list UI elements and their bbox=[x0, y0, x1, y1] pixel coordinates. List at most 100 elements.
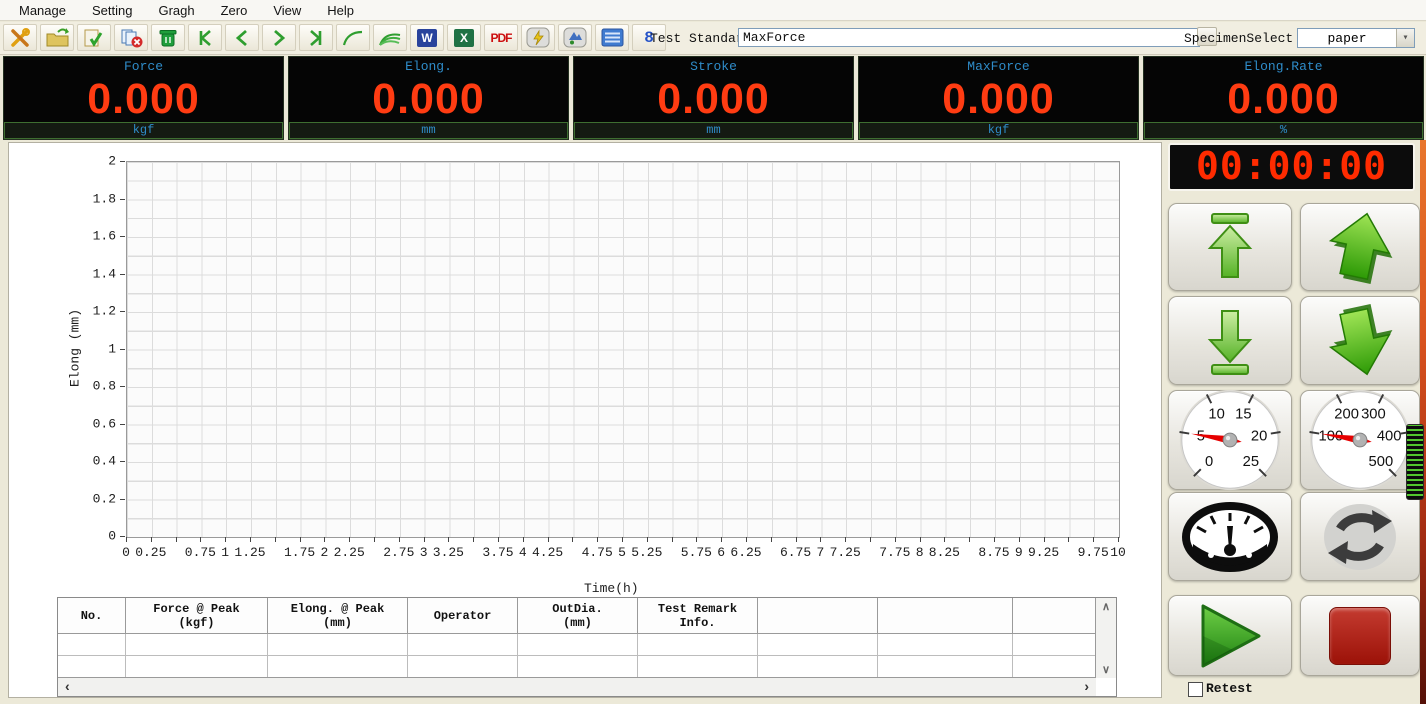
first-record-button[interactable] bbox=[188, 24, 222, 51]
dropdown-arrow-icon[interactable]: ▾ bbox=[1396, 29, 1414, 47]
menu-item-manage[interactable]: Manage bbox=[6, 3, 79, 18]
menu-item-gragh[interactable]: Gragh bbox=[145, 3, 207, 18]
save-button[interactable] bbox=[77, 24, 111, 51]
meter-icon bbox=[1180, 499, 1280, 575]
x-tick-mark bbox=[845, 537, 846, 542]
y-tick-mark bbox=[120, 311, 125, 312]
table-hscrollbar[interactable]: ‹ › bbox=[58, 677, 1096, 696]
table-row[interactable] bbox=[58, 634, 1116, 656]
y-tick-label: 0 bbox=[76, 529, 116, 544]
test-standard-input[interactable] bbox=[738, 28, 1200, 47]
results-table: No.Force @ Peak (kgf)Elong. @ Peak (mm)O… bbox=[57, 597, 1117, 697]
open-button[interactable] bbox=[40, 24, 74, 51]
x-tick-label: 0.25 bbox=[135, 545, 166, 560]
tools-button[interactable] bbox=[3, 24, 37, 51]
x-tick-mark bbox=[721, 537, 722, 542]
scroll-up-icon[interactable]: ∧ bbox=[1096, 600, 1116, 613]
x-tick-label: 1 bbox=[221, 545, 229, 560]
display-label: Elong.Rate bbox=[1144, 57, 1423, 76]
excel-export-icon: X bbox=[454, 29, 474, 47]
x-tick-mark bbox=[1093, 537, 1094, 542]
next-record-button[interactable] bbox=[262, 24, 296, 51]
delete-record-button[interactable] bbox=[114, 24, 148, 51]
x-tick-mark bbox=[473, 537, 474, 542]
jog-up-button[interactable] bbox=[1300, 203, 1420, 291]
tools-icon bbox=[9, 28, 31, 48]
jog-down-button[interactable] bbox=[1300, 296, 1420, 385]
menu-item-zero[interactable]: Zero bbox=[208, 3, 261, 18]
menu-item-setting[interactable]: Setting bbox=[79, 3, 145, 18]
x-tick-label: 7 bbox=[816, 545, 824, 560]
table-header-cell: Force @ Peak (kgf) bbox=[126, 598, 268, 634]
table-row[interactable] bbox=[58, 656, 1116, 678]
table-header-cell bbox=[1013, 598, 1096, 634]
word-export-button[interactable]: W bbox=[410, 24, 444, 51]
table-header-row: No.Force @ Peak (kgf)Elong. @ Peak (mm)O… bbox=[58, 598, 1116, 634]
big-up-arrow-icon bbox=[1320, 207, 1400, 287]
svg-text:20: 20 bbox=[1251, 428, 1267, 444]
display-value: 0.000 bbox=[859, 76, 1138, 122]
last-record-button[interactable] bbox=[299, 24, 333, 51]
x-tick-label: 0 bbox=[122, 545, 130, 560]
table-vscrollbar[interactable]: ∧ ∨ bbox=[1095, 598, 1116, 678]
speed-gauge-button[interactable]: 0510152025 bbox=[1168, 390, 1292, 490]
scroll-left-icon[interactable]: ‹ bbox=[65, 678, 70, 695]
x-tick-label: 3 bbox=[420, 545, 428, 560]
table-cell bbox=[268, 656, 408, 678]
x-tick-mark bbox=[424, 537, 425, 542]
plot-grid bbox=[126, 161, 1120, 538]
x-tick-mark bbox=[696, 537, 697, 542]
move-to-bottom-button[interactable] bbox=[1168, 296, 1292, 385]
table-cell bbox=[638, 634, 758, 656]
print-button[interactable] bbox=[558, 24, 592, 51]
report-button[interactable] bbox=[595, 24, 629, 51]
x-tick-mark bbox=[969, 537, 970, 542]
scroll-down-icon[interactable]: ∨ bbox=[1096, 663, 1116, 676]
x-tick-mark bbox=[597, 537, 598, 542]
menu-item-view[interactable]: View bbox=[260, 3, 314, 18]
table-header-cell bbox=[758, 598, 878, 634]
specimen-select-dropdown[interactable]: paper ▾ bbox=[1297, 28, 1415, 48]
x-tick-mark bbox=[548, 537, 549, 542]
move-to-top-button[interactable] bbox=[1168, 203, 1292, 291]
open-folder-icon bbox=[45, 27, 70, 48]
force-gauge-button[interactable]: 100200300400500 bbox=[1300, 390, 1420, 490]
x-tick-label: 9.75 bbox=[1078, 545, 1109, 560]
x-tick-label: 4.25 bbox=[532, 545, 563, 560]
trash-icon bbox=[158, 28, 178, 48]
x-tick-mark bbox=[324, 537, 325, 542]
delete-record-icon bbox=[120, 28, 143, 48]
cycle-button[interactable] bbox=[1300, 492, 1420, 581]
retest-checkbox[interactable] bbox=[1188, 682, 1203, 697]
y-tick-mark bbox=[120, 386, 125, 387]
x-tick-label: 6.75 bbox=[780, 545, 811, 560]
table-cell bbox=[58, 656, 126, 678]
start-test-button[interactable] bbox=[1168, 595, 1292, 676]
table-cell bbox=[408, 634, 518, 656]
curve-button[interactable] bbox=[336, 24, 370, 51]
x-tick-label: 2.25 bbox=[334, 545, 365, 560]
x-tick-mark bbox=[399, 537, 400, 542]
calc-button[interactable] bbox=[521, 24, 555, 51]
scroll-right-icon[interactable]: › bbox=[1084, 678, 1089, 695]
table-body bbox=[58, 634, 1116, 678]
svg-text:15: 15 bbox=[1235, 407, 1251, 423]
clear-button[interactable] bbox=[151, 24, 185, 51]
toolbar: W X PDF 8 Test Standard SpecimenSelect p… bbox=[0, 22, 1426, 55]
excel-export-button[interactable]: X bbox=[447, 24, 481, 51]
svg-text:25: 25 bbox=[1243, 454, 1259, 470]
curves-button[interactable] bbox=[373, 24, 407, 51]
stop-test-button[interactable] bbox=[1300, 595, 1420, 676]
y-tick-mark bbox=[120, 349, 125, 350]
menu-item-help[interactable]: Help bbox=[314, 3, 367, 18]
meter-button[interactable] bbox=[1168, 492, 1292, 581]
x-tick-mark bbox=[448, 537, 449, 542]
svg-text:400: 400 bbox=[1377, 428, 1402, 444]
pdf-export-button[interactable]: PDF bbox=[484, 24, 518, 51]
arrow-up-to-bar-icon bbox=[1199, 211, 1261, 283]
prev-record-button[interactable] bbox=[225, 24, 259, 51]
print-icon bbox=[563, 27, 587, 48]
x-tick-label: 9 bbox=[1015, 545, 1023, 560]
y-tick-mark bbox=[120, 461, 125, 462]
display-panel-elongrate: Elong.Rate0.000% bbox=[1143, 56, 1424, 140]
